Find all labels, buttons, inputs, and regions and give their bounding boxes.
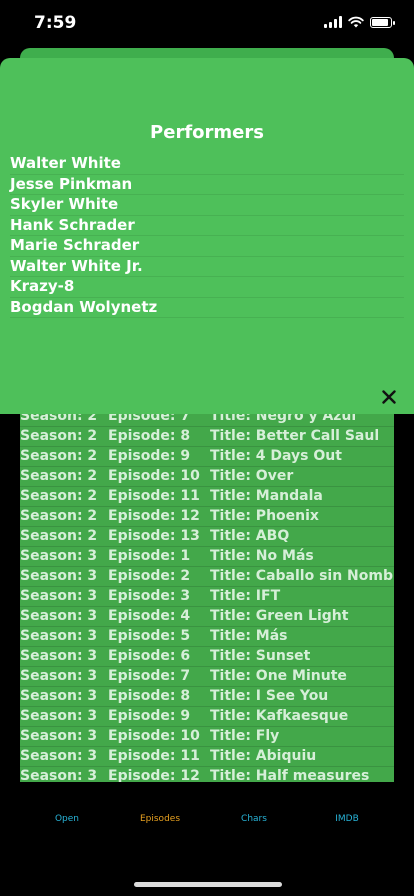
episode-title: Title: Green Light (210, 608, 349, 624)
episode-row[interactable]: Season: 3 Episode: 8 Title: I See You (20, 687, 394, 707)
episode-row[interactable]: Season: 2 Episode: 8 Title: Better Call Sa… (20, 427, 394, 447)
episode-row[interactable]: Season: 3 Episode: 6 Title: Sunset (20, 647, 394, 667)
episode-row[interactable]: Season: 2 Episode: 12 Title: Phoenix (20, 507, 394, 527)
episode-season: Season: 3 (20, 708, 98, 724)
episode-season: Season: 2 (20, 428, 98, 444)
cellular-signal-icon (324, 16, 342, 28)
episode-number: Episode: 8 (108, 428, 191, 444)
episode-number: Episode: 8 (108, 688, 191, 704)
episode-season: Season: 3 (20, 548, 98, 564)
episode-number: Episode: 6 (108, 648, 191, 664)
episode-season: Season: 2 (20, 468, 98, 484)
episode-number: Episode: 9 (108, 708, 191, 724)
performer-name: Hank Schrader (10, 216, 404, 236)
episode-number: Episode: 3 (108, 588, 191, 604)
episode-row[interactable]: Season: 2 Episode: 13 Title: ABQ (20, 527, 394, 547)
episode-season: Season: 2 (20, 508, 98, 524)
battery-icon (370, 16, 395, 28)
episode-season: Season: 3 (20, 568, 98, 584)
performer-name: Krazy-8 (10, 277, 404, 298)
episode-season: Season: 3 (20, 648, 98, 664)
episode-number: Episode: 12 (108, 768, 200, 782)
episode-title: Title: Half measures (210, 768, 370, 782)
episode-row[interactable]: Season: 3 Episode: 5 Title: Más (20, 627, 394, 647)
episode-title: Title: Kafkaesque (210, 708, 349, 724)
close-button[interactable] (376, 384, 402, 410)
episode-title: Title: Over (210, 468, 294, 484)
episode-number: Episode: 1 (108, 548, 191, 564)
episode-season: Season: 3 (20, 728, 98, 744)
performer-name: Walter White Jr. (10, 257, 404, 277)
episode-title: Title: Sunset (210, 648, 311, 664)
episode-title: Title: IFT (210, 588, 281, 604)
tab-chars[interactable]: Chars (214, 814, 294, 824)
episode-title: Title: Fly (210, 728, 280, 744)
performer-name: Marie Schrader (10, 236, 404, 257)
performers-sheet: Performers Walter White Jesse Pinkman Skyl… (0, 58, 414, 414)
episode-title: Title: I See You (210, 688, 329, 704)
episode-season: Season: 3 (20, 668, 98, 684)
episode-title: Title: No Más (210, 548, 314, 564)
episode-season: Season: 2 (20, 488, 98, 504)
episode-number: Episode: 10 (108, 728, 200, 744)
episode-number: Episode: 12 (108, 508, 200, 524)
tab-imdb[interactable]: IMDB (307, 814, 387, 824)
performer-name: Bogdan Wolynetz (10, 298, 404, 318)
status-bar: 7:59 (0, 0, 414, 48)
wifi-icon (348, 16, 364, 28)
tab-open[interactable]: Open (27, 814, 107, 824)
sheet-title: Performers (150, 122, 264, 143)
episode-row[interactable]: Season: 3 Episode: 9 Title: Kafkaesque (20, 707, 394, 727)
episode-title: Title: Phoenix (210, 508, 319, 524)
episode-number: Episode: 11 (108, 488, 200, 504)
episode-title: Title: Better Call Saul (210, 428, 380, 444)
episode-season: Season: 3 (20, 608, 98, 624)
episode-number: Episode: 9 (108, 448, 191, 464)
episode-season: Season: 2 (20, 528, 98, 544)
episode-title: Title: Más (210, 628, 288, 644)
episode-season: Season: 2 (20, 448, 98, 464)
performer-list: Walter White Jesse Pinkman Skyler White Han… (10, 154, 404, 318)
episode-season: Season: 3 (20, 628, 98, 644)
performer-name: Jesse Pinkman (10, 175, 404, 195)
episode-number: Episode: 4 (108, 608, 191, 624)
tab-episodes[interactable]: Episodes (120, 814, 200, 824)
episode-title: Title: Mandala (210, 488, 323, 504)
episode-number: Episode: 10 (108, 468, 200, 484)
episode-title: Title: 4 Days Out (210, 448, 342, 464)
close-x-icon (382, 390, 396, 404)
episode-season: Season: 3 (20, 748, 98, 764)
episode-season: Season: 3 (20, 588, 98, 604)
episode-row[interactable]: Season: 3 Episode: 1 Title: No Más (20, 547, 394, 567)
episode-row[interactable]: Season: 3 Episode: 3 Title: IFT (20, 587, 394, 607)
episode-number: Episode: 2 (108, 568, 191, 584)
episode-number: Episode: 13 (108, 528, 200, 544)
home-indicator (134, 882, 282, 887)
performer-name: Walter White (10, 154, 404, 175)
episode-row[interactable]: Season: 2 Episode: 11 Title: Mandala (20, 487, 394, 507)
episode-row[interactable]: Season: 2 Episode: 10 Title: Over (20, 467, 394, 487)
performer-name: Skyler White (10, 195, 404, 216)
tab-bar: Open Episodes Chars IMDB (0, 806, 414, 836)
episode-season: Season: 3 (20, 688, 98, 704)
episode-row[interactable]: Season: 3 Episode: 11 Title: Abiquiu (20, 747, 394, 767)
episode-number: Episode: 7 (108, 668, 191, 684)
episodes-list[interactable]: Season: 2 Episode: 7 Title: Negro y Azul Se… (20, 400, 394, 782)
episode-season: Season: 3 (20, 768, 98, 782)
status-icons (324, 16, 395, 28)
episode-title: Title: Caballo sin Nombre (210, 568, 394, 584)
episode-title: Title: One Minute (210, 668, 347, 684)
episode-row[interactable]: Season: 3 Episode: 7 Title: One Minute (20, 667, 394, 687)
status-time: 7:59 (34, 13, 77, 33)
episode-number: Episode: 5 (108, 628, 191, 644)
episode-row[interactable]: Season: 2 Episode: 9 Title: 4 Days Out (20, 447, 394, 467)
episode-row[interactable]: Season: 3 Episode: 4 Title: Green Light (20, 607, 394, 627)
episode-row[interactable]: Season: 3 Episode: 10 Title: Fly (20, 727, 394, 747)
episode-title: Title: Abiquiu (210, 748, 317, 764)
episode-row[interactable]: Season: 3 Episode: 12 Title: Half measures (20, 767, 394, 782)
episode-number: Episode: 11 (108, 748, 200, 764)
episode-row[interactable]: Season: 3 Episode: 2 Title: Caballo sin No… (20, 567, 394, 587)
episode-title: Title: ABQ (210, 528, 290, 544)
